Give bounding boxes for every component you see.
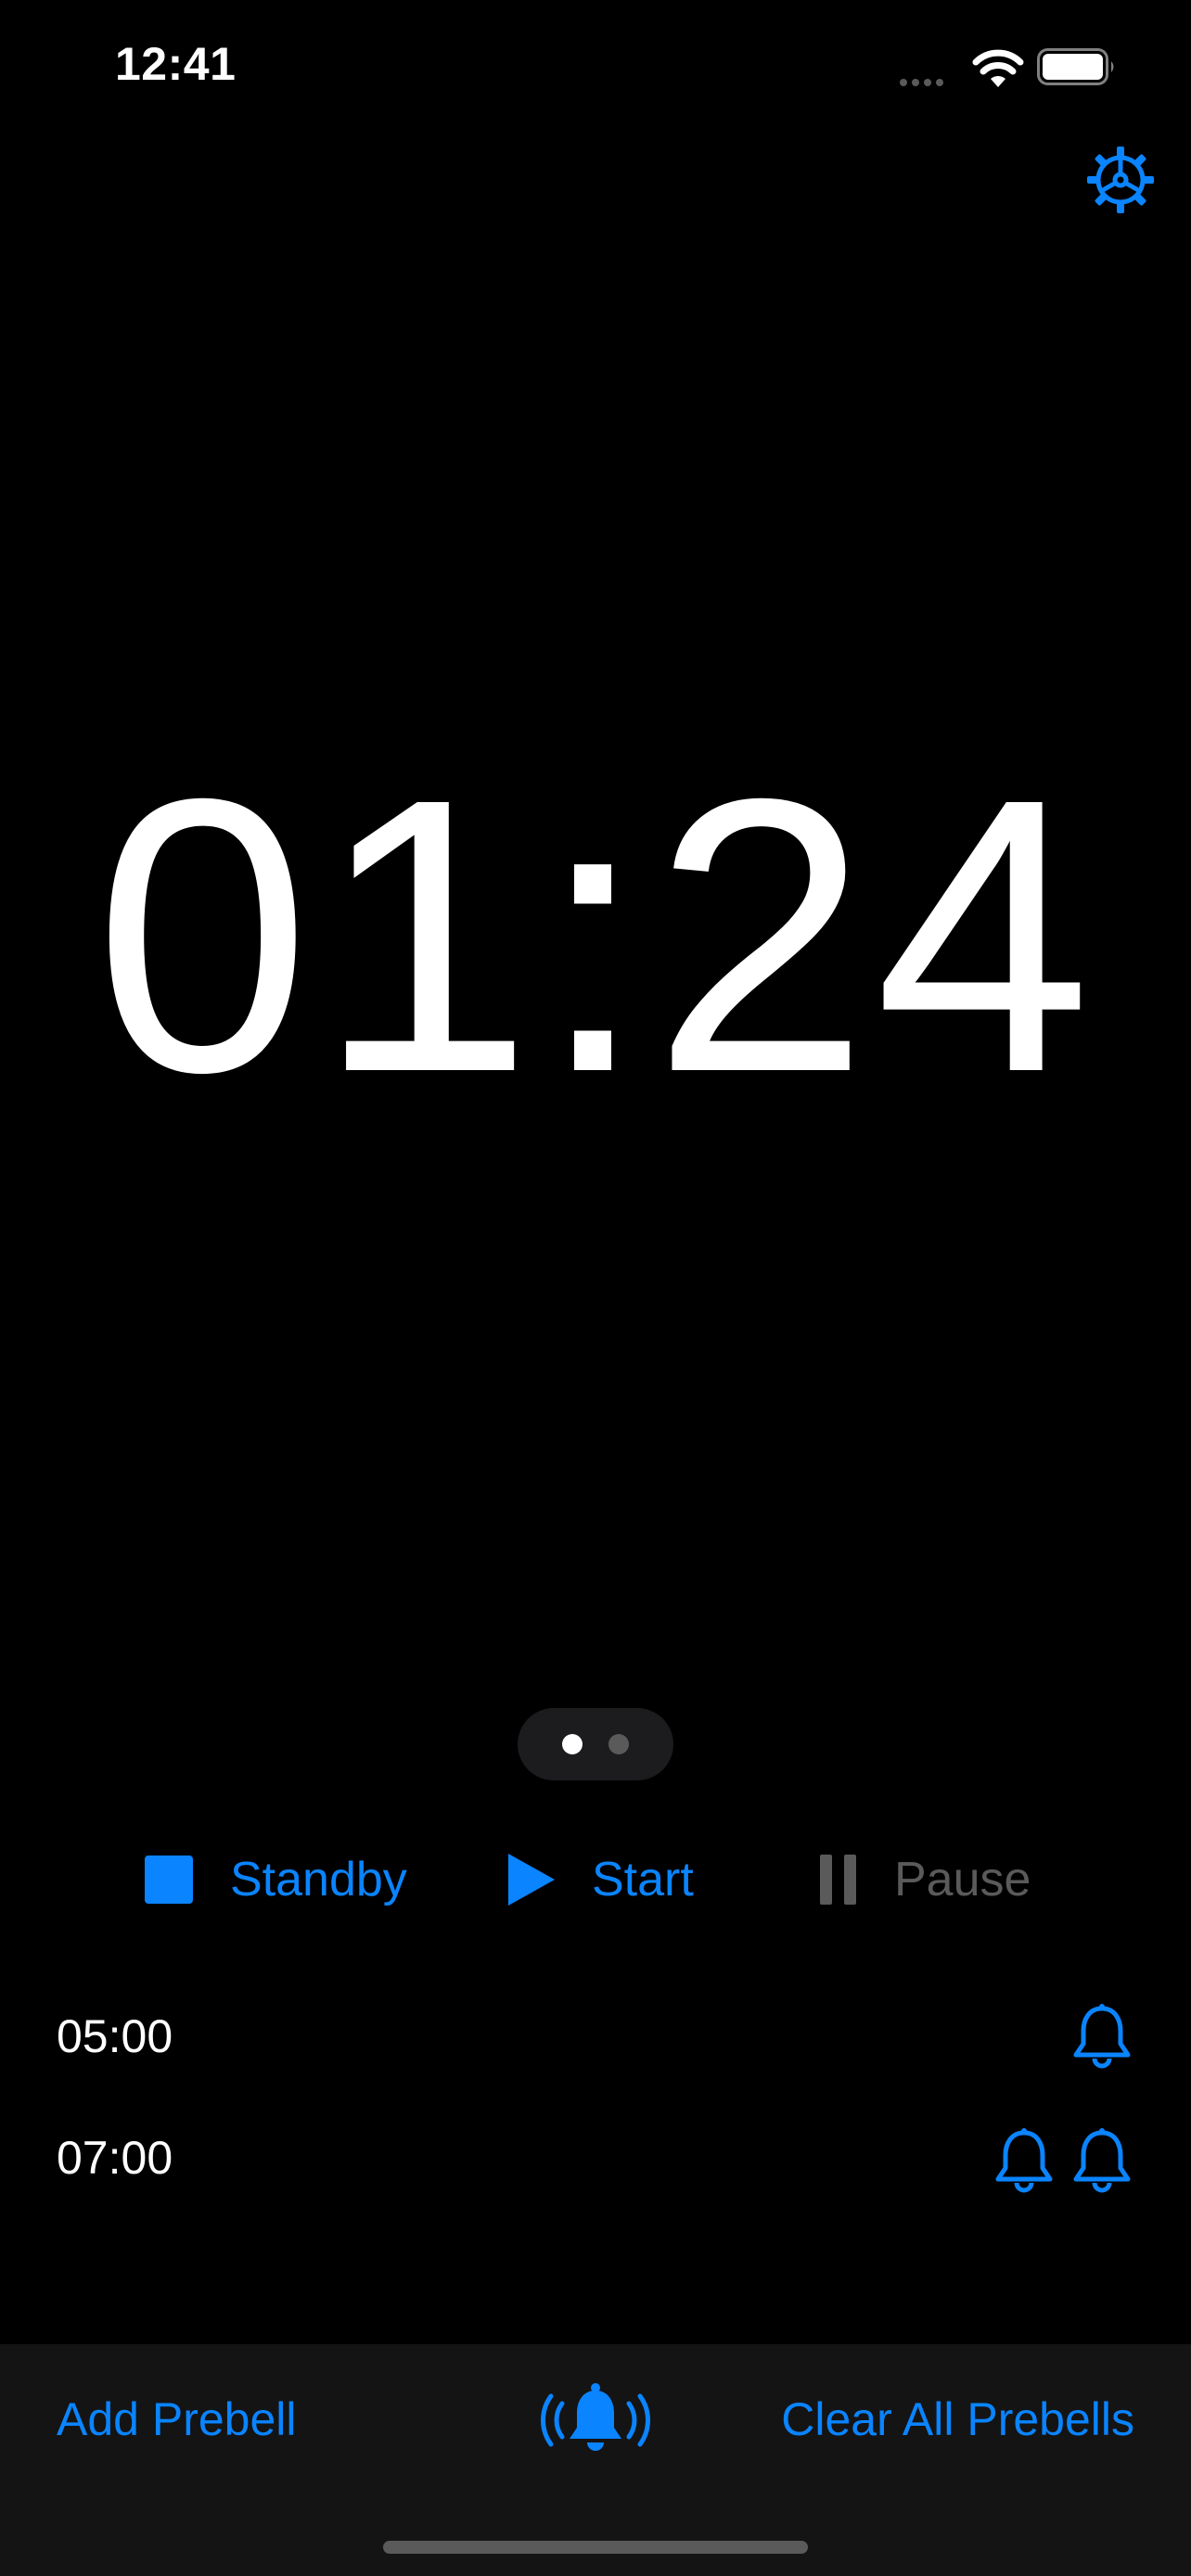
play-icon bbox=[508, 1854, 555, 1906]
standby-button[interactable]: Standby bbox=[145, 1843, 407, 1917]
standby-label: Standby bbox=[230, 1853, 407, 1906]
page-indicator[interactable] bbox=[518, 1708, 673, 1780]
battery-icon bbox=[1037, 48, 1114, 85]
gear-icon[interactable] bbox=[1083, 143, 1158, 217]
start-button[interactable]: Start bbox=[508, 1843, 694, 1917]
home-indicator bbox=[383, 2541, 808, 2554]
bell-icon[interactable] bbox=[1070, 2127, 1133, 2194]
pause-label: Pause bbox=[894, 1853, 1031, 1906]
start-label: Start bbox=[592, 1853, 694, 1906]
prebell-time[interactable]: 05:00 bbox=[57, 2009, 173, 2063]
page-dot[interactable] bbox=[608, 1734, 629, 1754]
stop-square-icon bbox=[145, 1855, 193, 1904]
bell-icon[interactable] bbox=[1070, 2003, 1133, 2070]
pause-button[interactable]: Pause bbox=[820, 1843, 1031, 1917]
timer-display: 01:24 bbox=[94, 719, 1097, 1154]
status-time: 12:41 bbox=[115, 38, 237, 90]
wifi-icon bbox=[972, 49, 1024, 87]
bell-ringing-icon[interactable] bbox=[540, 2379, 651, 2463]
clear-all-prebells-button[interactable]: Clear All Prebells bbox=[781, 2392, 1134, 2446]
add-prebell-button[interactable]: Add Prebell bbox=[57, 2392, 297, 2446]
cellular-signal-icon bbox=[900, 74, 948, 91]
bell-icon[interactable] bbox=[992, 2127, 1056, 2194]
page-dot-active[interactable] bbox=[562, 1734, 583, 1754]
prebell-time[interactable]: 07:00 bbox=[57, 2131, 173, 2185]
pause-icon bbox=[820, 1855, 856, 1905]
